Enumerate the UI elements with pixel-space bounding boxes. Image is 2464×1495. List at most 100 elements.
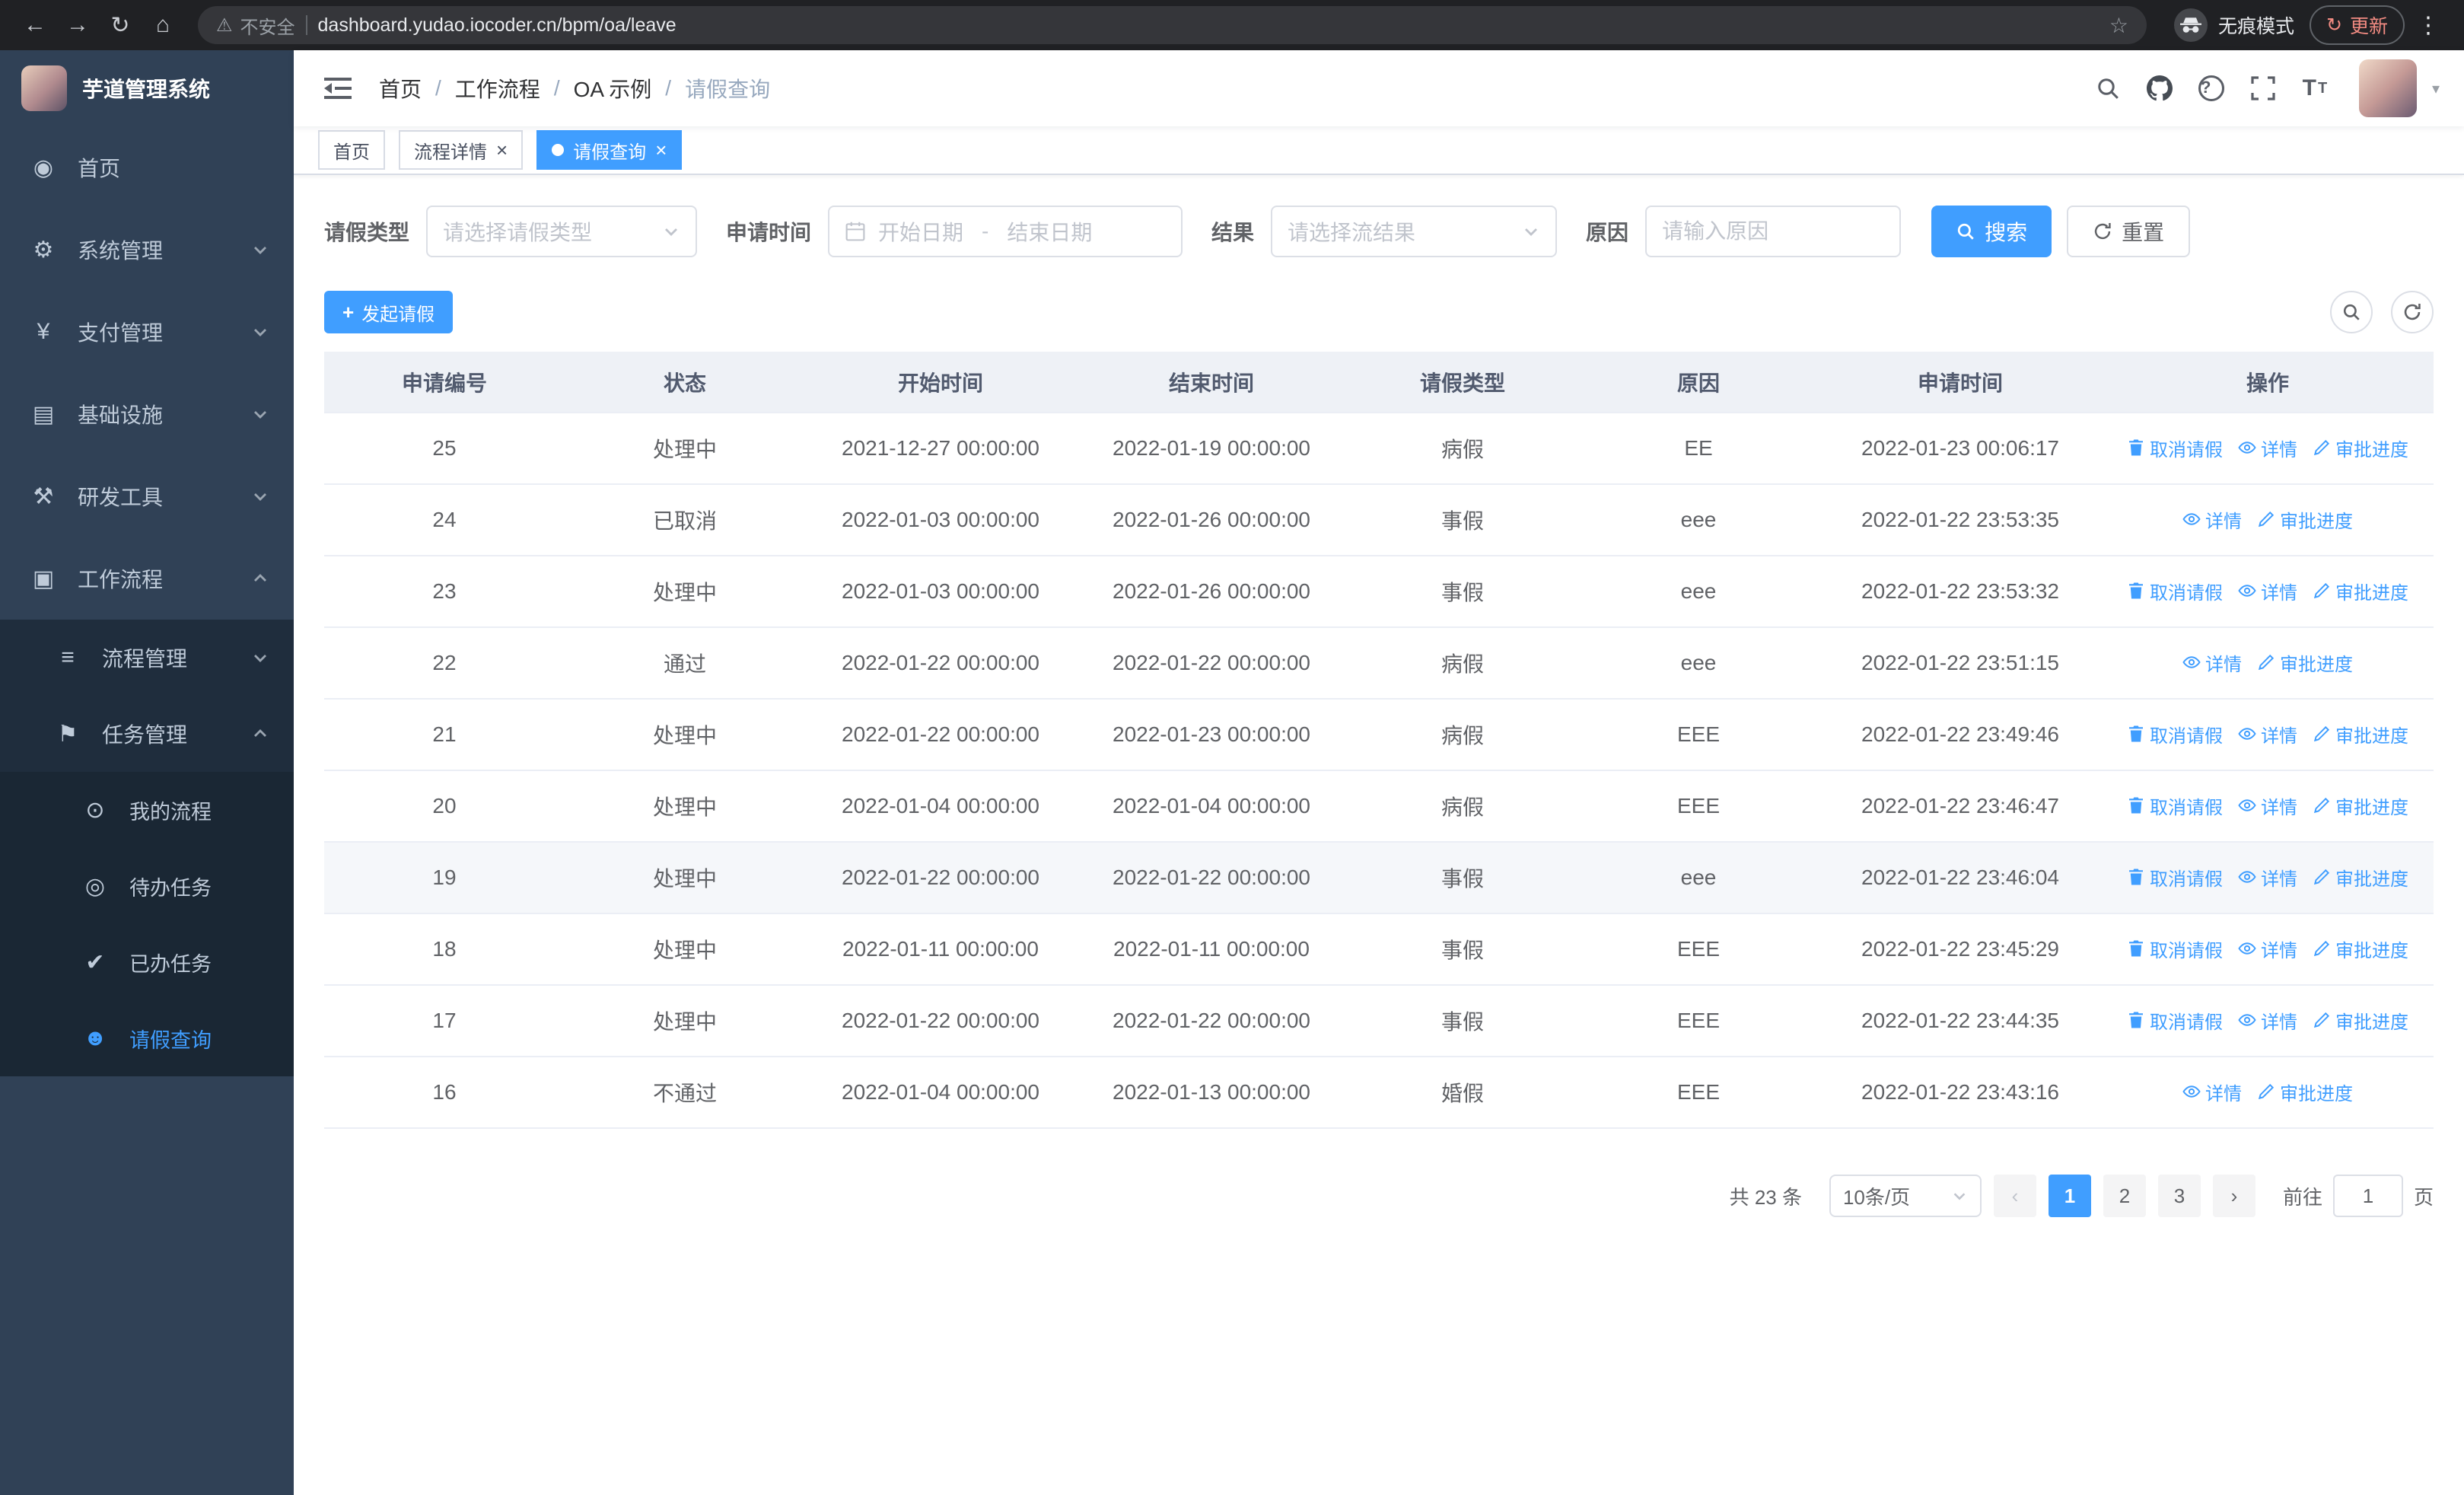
detail-link[interactable]: 详情 xyxy=(2182,506,2242,533)
goto-page-input[interactable] xyxy=(2332,1175,2403,1217)
check-icon: ✔ xyxy=(85,949,105,975)
approval-progress-link[interactable]: 审批进度 xyxy=(2257,649,2353,676)
search-button[interactable]: 搜索 xyxy=(1931,206,2052,257)
bookmark-star-icon[interactable]: ☆ xyxy=(2109,13,2128,38)
detail-link[interactable]: 详情 xyxy=(2238,578,2297,604)
chevron-down-icon xyxy=(662,222,680,241)
sidebar-item-workflow[interactable]: ▣ 工作流程 xyxy=(0,537,294,620)
update-icon: ↻ xyxy=(2326,14,2342,36)
chevron-down-icon xyxy=(1951,1187,1968,1204)
sidebar-item-todo-task[interactable]: ◎ 待办任务 xyxy=(0,848,294,924)
sidebar-item-leave-query[interactable]: ☻ 请假查询 xyxy=(0,1000,294,1076)
breadcrumb-item[interactable]: 工作流程 xyxy=(455,73,540,104)
cancel-leave-link[interactable]: 取消请假 xyxy=(2127,936,2223,962)
trash-icon xyxy=(2127,868,2145,886)
create-leave-button[interactable]: + 发起请假 xyxy=(324,291,454,333)
font-size-icon[interactable]: TT xyxy=(2295,69,2335,108)
leave-type-select[interactable]: 请选择请假类型 xyxy=(426,206,698,257)
github-icon[interactable] xyxy=(2140,69,2179,108)
approval-progress-link[interactable]: 审批进度 xyxy=(2313,1007,2408,1034)
approval-progress-link[interactable]: 审批进度 xyxy=(2313,578,2408,604)
sidebar-menu: ◉ 首页 ⚙ 系统管理 ¥ 支付管理 ▤ 基础设施 ⚒ 研发工具 ▣ 工作流程 ≡ 流程管理 ⚑ 任务管理 ⊙ 我… xyxy=(0,126,294,1076)
app-logo[interactable]: 芋道管理系统 xyxy=(0,50,294,126)
back-icon[interactable]: ← xyxy=(15,5,55,45)
page-button-1[interactable]: 1 xyxy=(2048,1175,2091,1217)
table-header-row: 申请编号 状态 开始时间 结束时间 请假类型 原因 申请时间 操作 xyxy=(324,352,2434,413)
collapse-sidebar-icon[interactable] xyxy=(318,70,358,107)
fullscreen-icon[interactable] xyxy=(2243,69,2283,108)
start-date-placeholder: 开始日期 xyxy=(878,221,964,244)
home-icon[interactable]: ⌂ xyxy=(143,5,183,45)
breadcrumb-item[interactable]: OA 示例 xyxy=(574,73,652,104)
security-warning[interactable]: ⚠ 不安全 xyxy=(216,12,295,39)
toggle-search-button[interactable] xyxy=(2330,291,2373,333)
edit-icon xyxy=(2313,796,2331,814)
cancel-leave-link[interactable]: 取消请假 xyxy=(2127,1007,2223,1034)
detail-link[interactable]: 详情 xyxy=(2238,1007,2297,1034)
page-buttons: 123 xyxy=(2048,1175,2201,1217)
trash-icon xyxy=(2127,582,2145,600)
sidebar-item-my-process[interactable]: ⊙ 我的流程 xyxy=(0,772,294,848)
close-icon[interactable]: × xyxy=(496,140,508,160)
detail-link[interactable]: 详情 xyxy=(2182,1079,2242,1105)
breadcrumb-item[interactable]: 首页 xyxy=(379,73,422,104)
sidebar-item-home[interactable]: ◉ 首页 xyxy=(0,126,294,209)
close-icon[interactable]: × xyxy=(655,140,667,160)
reload-icon[interactable]: ↻ xyxy=(100,5,140,45)
detail-link[interactable]: 详情 xyxy=(2238,864,2297,891)
sidebar-item-task-management[interactable]: ⚑ 任务管理 xyxy=(0,696,294,772)
table-row: 22 通过 2022-01-22 00:00:00 2022-01-22 00:00:… xyxy=(324,627,2434,700)
reset-button[interactable]: 重置 xyxy=(2067,206,2191,257)
apply-time-range-picker[interactable]: 开始日期 - 结束日期 xyxy=(828,206,1183,257)
cancel-leave-link[interactable]: 取消请假 xyxy=(2127,578,2223,604)
detail-link[interactable]: 详情 xyxy=(2182,649,2242,676)
approval-progress-link[interactable]: 审批进度 xyxy=(2313,864,2408,891)
sidebar-item-system[interactable]: ⚙ 系统管理 xyxy=(0,209,294,291)
forward-icon[interactable]: → xyxy=(58,5,97,45)
page-size-select[interactable]: 10条/页 xyxy=(1829,1175,1982,1217)
sidebar-item-devtools[interactable]: ⚒ 研发工具 xyxy=(0,455,294,537)
leave-type-label: 请假类型 xyxy=(324,221,410,244)
approval-progress-link[interactable]: 审批进度 xyxy=(2313,792,2408,819)
page-button-2[interactable]: 2 xyxy=(2103,1175,2146,1217)
result-select[interactable]: 请选择流结果 xyxy=(1271,206,1558,257)
tab-首页[interactable]: 首页 xyxy=(318,130,385,170)
sidebar-item-process-management[interactable]: ≡ 流程管理 xyxy=(0,620,294,696)
refresh-table-button[interactable] xyxy=(2391,291,2434,333)
app-title: 芋道管理系统 xyxy=(82,78,211,101)
approval-progress-link[interactable]: 审批进度 xyxy=(2313,721,2408,748)
chevron-down-icon xyxy=(251,241,269,259)
user-avatar[interactable] xyxy=(2358,59,2417,117)
cancel-leave-link[interactable]: 取消请假 xyxy=(2127,721,2223,748)
cancel-leave-link[interactable]: 取消请假 xyxy=(2127,435,2223,461)
sidebar-item-infrastructure[interactable]: ▤ 基础设施 xyxy=(0,373,294,455)
detail-link[interactable]: 详情 xyxy=(2238,936,2297,962)
apply-time-label: 申请时间 xyxy=(726,221,812,244)
browser-menu-icon[interactable]: ⋮ xyxy=(2408,12,2449,39)
list-icon: ≡ xyxy=(61,645,75,670)
cancel-leave-link[interactable]: 取消请假 xyxy=(2127,864,2223,891)
sidebar-item-done-task[interactable]: ✔ 已办任务 xyxy=(0,924,294,1000)
cancel-leave-link[interactable]: 取消请假 xyxy=(2127,792,2223,819)
reason-label: 原因 xyxy=(1586,221,1629,244)
approval-progress-link[interactable]: 审批进度 xyxy=(2257,506,2353,533)
eye-icon xyxy=(2182,510,2201,528)
help-icon[interactable]: ? xyxy=(2198,75,2224,101)
tab-请假查询[interactable]: 请假查询 × xyxy=(536,130,683,170)
detail-link[interactable]: 详情 xyxy=(2238,435,2297,461)
next-page-button[interactable]: › xyxy=(2212,1175,2255,1217)
search-icon[interactable] xyxy=(2088,69,2128,108)
page-button-3[interactable]: 3 xyxy=(2157,1175,2201,1217)
update-button[interactable]: ↻ 更新 xyxy=(2310,5,2405,45)
approval-progress-link[interactable]: 审批进度 xyxy=(2313,435,2408,461)
approval-progress-link[interactable]: 审批进度 xyxy=(2313,936,2408,962)
address-bar[interactable]: ⚠ 不安全 dashboard.yudao.iocoder.cn/bpm/oa/… xyxy=(198,6,2147,44)
approval-progress-link[interactable]: 审批进度 xyxy=(2257,1079,2353,1105)
sidebar-item-payment[interactable]: ¥ 支付管理 xyxy=(0,291,294,373)
detail-link[interactable]: 详情 xyxy=(2238,721,2297,748)
goto-page: 前往 页 xyxy=(2283,1175,2434,1217)
detail-link[interactable]: 详情 xyxy=(2238,792,2297,819)
reason-input[interactable] xyxy=(1662,219,1885,244)
tab-流程详情[interactable]: 流程详情 × xyxy=(399,130,524,170)
prev-page-button[interactable]: ‹ xyxy=(1993,1175,2036,1217)
